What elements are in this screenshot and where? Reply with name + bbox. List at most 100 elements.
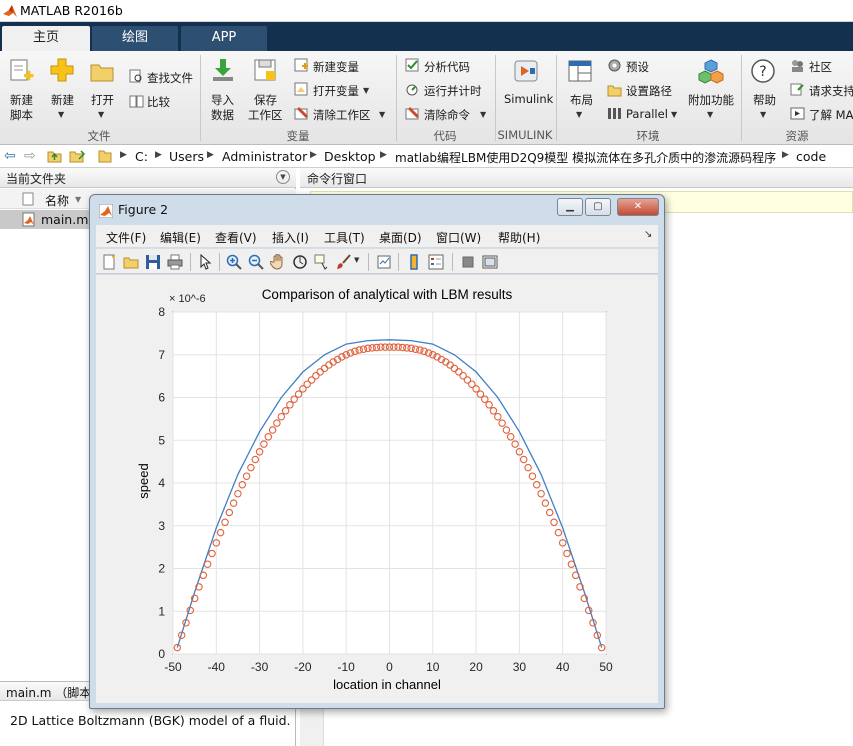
crumb-administrator[interactable]: Administrator	[222, 149, 307, 164]
tab-plots[interactable]: 绘图	[92, 26, 178, 51]
new-script-label-1: 新建	[10, 93, 33, 107]
new-figure-icon[interactable]	[101, 254, 117, 270]
x-tick-label: 30	[513, 660, 527, 674]
save-icon[interactable]	[145, 254, 161, 270]
figure-window[interactable]: Figure 2 ▁ ▢ ✕ 文件(F) 编辑(E) 查看(V) 插入(I) 工…	[89, 194, 665, 709]
tab-apps[interactable]: APP	[181, 26, 267, 51]
clear-commands-dropdown-icon[interactable]: ▼	[480, 110, 486, 119]
run-and-time-label: 运行并计时	[424, 84, 482, 98]
up-folder-icon[interactable]	[47, 149, 62, 163]
community-label: 社区	[809, 60, 832, 74]
crumb-project-folder[interactable]: matlab编程LBM使用D2Q9模型 模拟流体在多孔介质中的渗流源码程序	[395, 149, 776, 166]
help-icon: ?	[751, 59, 775, 83]
parallel-dropdown-icon[interactable]: ▼	[671, 110, 677, 119]
minimize-button[interactable]: ▁	[557, 198, 583, 216]
clear-commands-label: 清除命令	[424, 108, 470, 122]
x-tick-label: -30	[251, 660, 269, 674]
brush-icon[interactable]	[336, 254, 352, 270]
crumb-drive[interactable]: C:	[135, 149, 148, 164]
menu-insert[interactable]: 插入(I)	[272, 229, 309, 246]
link-plot-icon[interactable]	[376, 254, 392, 270]
y-tick-label: 2	[158, 562, 165, 576]
crumb-separator-icon: ▶	[155, 150, 162, 160]
figure-menubar: 文件(F) 编辑(E) 查看(V) 插入(I) 工具(T) 桌面(D) 窗口(W…	[96, 225, 658, 247]
y-tick-label: 5	[158, 433, 165, 447]
open-dropdown-icon[interactable]: ▼	[98, 110, 104, 119]
layout-dropdown-icon[interactable]: ▼	[576, 110, 582, 119]
x-tick-label: -40	[208, 660, 226, 674]
pointer-icon[interactable]	[197, 254, 213, 270]
menu-file[interactable]: 文件(F)	[106, 229, 146, 246]
x-tick-label: 10	[426, 660, 440, 674]
sort-arrow-icon[interactable]: ▼	[75, 195, 81, 204]
set-path-icon	[607, 85, 622, 97]
group-simulink-label: SIMULINK	[497, 128, 553, 142]
simulink-icon	[514, 60, 538, 82]
print-icon[interactable]	[167, 254, 183, 270]
x-tick-labels: -50 -40 -30 -20 -10 0 10 20 30 40 50	[164, 660, 613, 674]
new-dropdown-icon[interactable]: ▼	[58, 110, 64, 119]
menu-tools[interactable]: 工具(T)	[324, 229, 365, 246]
learn-icon	[790, 107, 805, 120]
crumb-desktop[interactable]: Desktop	[324, 149, 376, 164]
y-tick-label: 0	[158, 647, 165, 661]
y-tick-label: 1	[158, 604, 165, 618]
zoom-out-icon[interactable]	[248, 254, 264, 270]
browse-folder-icon[interactable]	[69, 149, 86, 163]
rotate-3d-icon[interactable]	[292, 254, 308, 270]
new-label: 新建	[51, 93, 74, 107]
crumb-code[interactable]: code	[796, 149, 826, 164]
toolbar-separator	[190, 253, 191, 271]
open-file-icon[interactable]	[123, 254, 139, 270]
brush-dropdown-icon[interactable]: ▼	[354, 256, 359, 264]
hide-plot-tools-icon[interactable]	[460, 254, 476, 270]
find-files-label: 查找文件	[147, 71, 193, 85]
dock-arrow-icon[interactable]: ↘	[644, 229, 652, 240]
zoom-in-icon[interactable]	[226, 254, 242, 270]
new-plus-icon	[50, 58, 74, 82]
y-tick-label: 6	[158, 391, 165, 405]
menu-help[interactable]: 帮助(H)	[498, 229, 540, 246]
menu-view[interactable]: 查看(V)	[215, 229, 257, 246]
y-axis-label: speed	[136, 463, 151, 498]
svg-text:?: ?	[759, 64, 766, 80]
legend-icon[interactable]	[428, 254, 444, 270]
toolbar-separator	[219, 253, 220, 271]
open-variable-icon	[294, 82, 308, 96]
menu-edit[interactable]: 编辑(E)	[160, 229, 201, 246]
analyze-code-icon	[405, 58, 419, 72]
menu-desktop[interactable]: 桌面(D)	[379, 229, 422, 246]
tab-home[interactable]: 主页	[2, 26, 90, 51]
x-tick-label: 50	[599, 660, 613, 674]
m-file-icon	[22, 212, 35, 227]
figure-title: Figure 2	[118, 202, 169, 217]
clear-workspace-label: 清除工作区	[313, 108, 371, 122]
maximize-icon: ▢	[593, 201, 603, 212]
pan-hand-icon[interactable]	[270, 254, 286, 270]
group-env-label: 环境	[636, 129, 660, 143]
support-icon	[790, 83, 804, 96]
x-tick-label: -20	[294, 660, 312, 674]
forward-arrow-icon[interactable]: ⇨	[24, 148, 36, 164]
back-arrow-icon[interactable]: ⇦	[4, 148, 16, 164]
clear-workspace-dropdown-icon[interactable]: ▼	[379, 110, 385, 119]
colorbar-icon[interactable]	[406, 254, 422, 270]
crumb-separator-icon: ▶	[782, 150, 789, 160]
panel-menu-icon[interactable]: ▼	[276, 170, 290, 184]
new-script-label-2: 脚本	[10, 108, 33, 122]
close-button[interactable]: ✕	[617, 198, 659, 216]
show-plot-tools-icon[interactable]	[482, 254, 498, 270]
crumb-users[interactable]: Users	[169, 149, 204, 164]
help-dropdown-icon[interactable]: ▼	[760, 110, 766, 119]
maximize-button[interactable]: ▢	[585, 198, 611, 216]
data-cursor-icon[interactable]	[314, 254, 330, 270]
addons-dropdown-icon[interactable]: ▼	[707, 110, 713, 119]
x-tick-label: -50	[164, 660, 182, 674]
current-folder-title: 当前文件夹	[6, 172, 67, 186]
open-variable-dropdown-icon[interactable]: ▼	[363, 86, 369, 95]
addons-icon	[698, 59, 724, 84]
toolbar-separator	[368, 253, 369, 271]
menu-window[interactable]: 窗口(W)	[436, 229, 481, 246]
ribbon: 新建 脚本 新建 ▼ 打开 ▼ 查找文件 比较 文件 导入 数据 保存 工作区 …	[0, 51, 853, 145]
app-title: MATLAB R2016b	[20, 3, 123, 18]
